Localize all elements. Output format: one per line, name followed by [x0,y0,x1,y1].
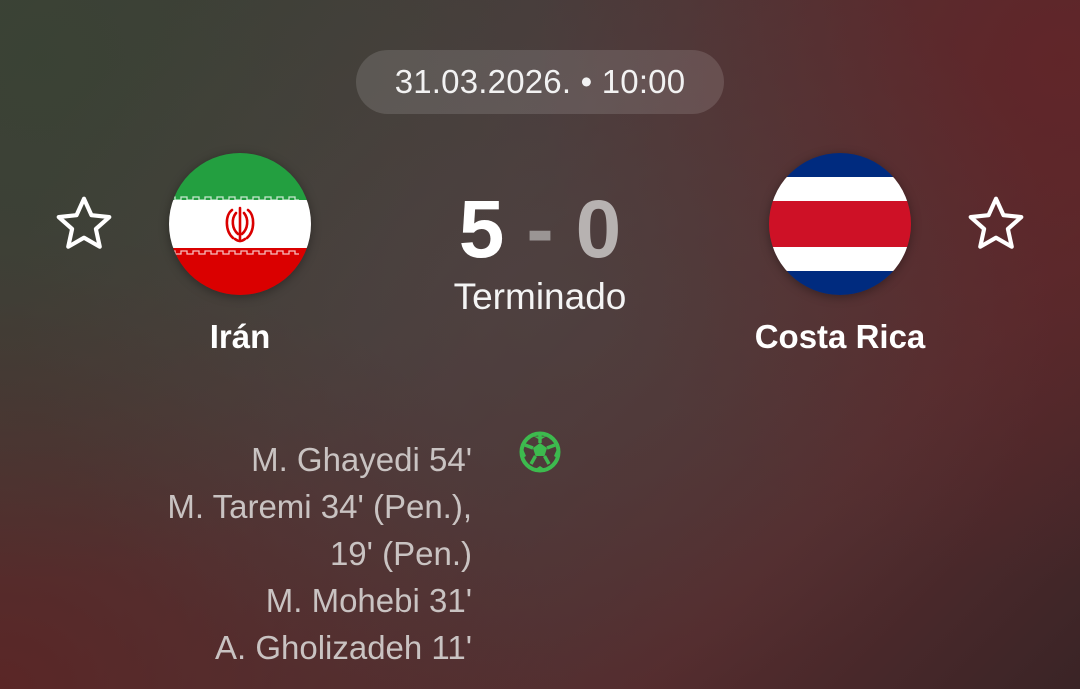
home-team-flag[interactable] [169,153,311,295]
star-outline-icon [56,196,112,249]
match-datetime-pill: 31.03.2026. • 10:00 [356,50,724,114]
costa-rica-flag-icon [769,153,911,295]
iran-flag-icon [169,153,311,295]
match-score: 5 - 0 [390,182,690,277]
scorer-line: 19' (Pen.) [329,535,472,572]
home-score: 5 [458,183,505,275]
star-outline-icon [968,196,1024,249]
away-score: 0 [575,183,622,275]
home-scorers-list: M. Ghayedi 54' M. Taremi 34' (Pen.), 19'… [100,436,472,671]
away-team-name[interactable]: Costa Rica [690,318,990,356]
scorer-line: M. Mohebi 31' [265,582,472,619]
score-separator: - [526,183,554,275]
soccer-ball-icon [519,431,561,473]
match-datetime: 31.03.2026. • 10:00 [394,63,686,100]
match-status: Terminado [453,276,627,317]
scorer-line: M. Taremi 34' (Pen.), [167,488,472,525]
scorer-line: M. Ghayedi 54' [251,441,472,478]
away-team-flag[interactable] [769,153,911,295]
favorite-home-star-button[interactable] [52,192,116,256]
home-team-name[interactable]: Irán [90,318,390,356]
scorer-line: A. Gholizadeh 11' [214,629,472,666]
favorite-away-star-button[interactable] [964,192,1028,256]
